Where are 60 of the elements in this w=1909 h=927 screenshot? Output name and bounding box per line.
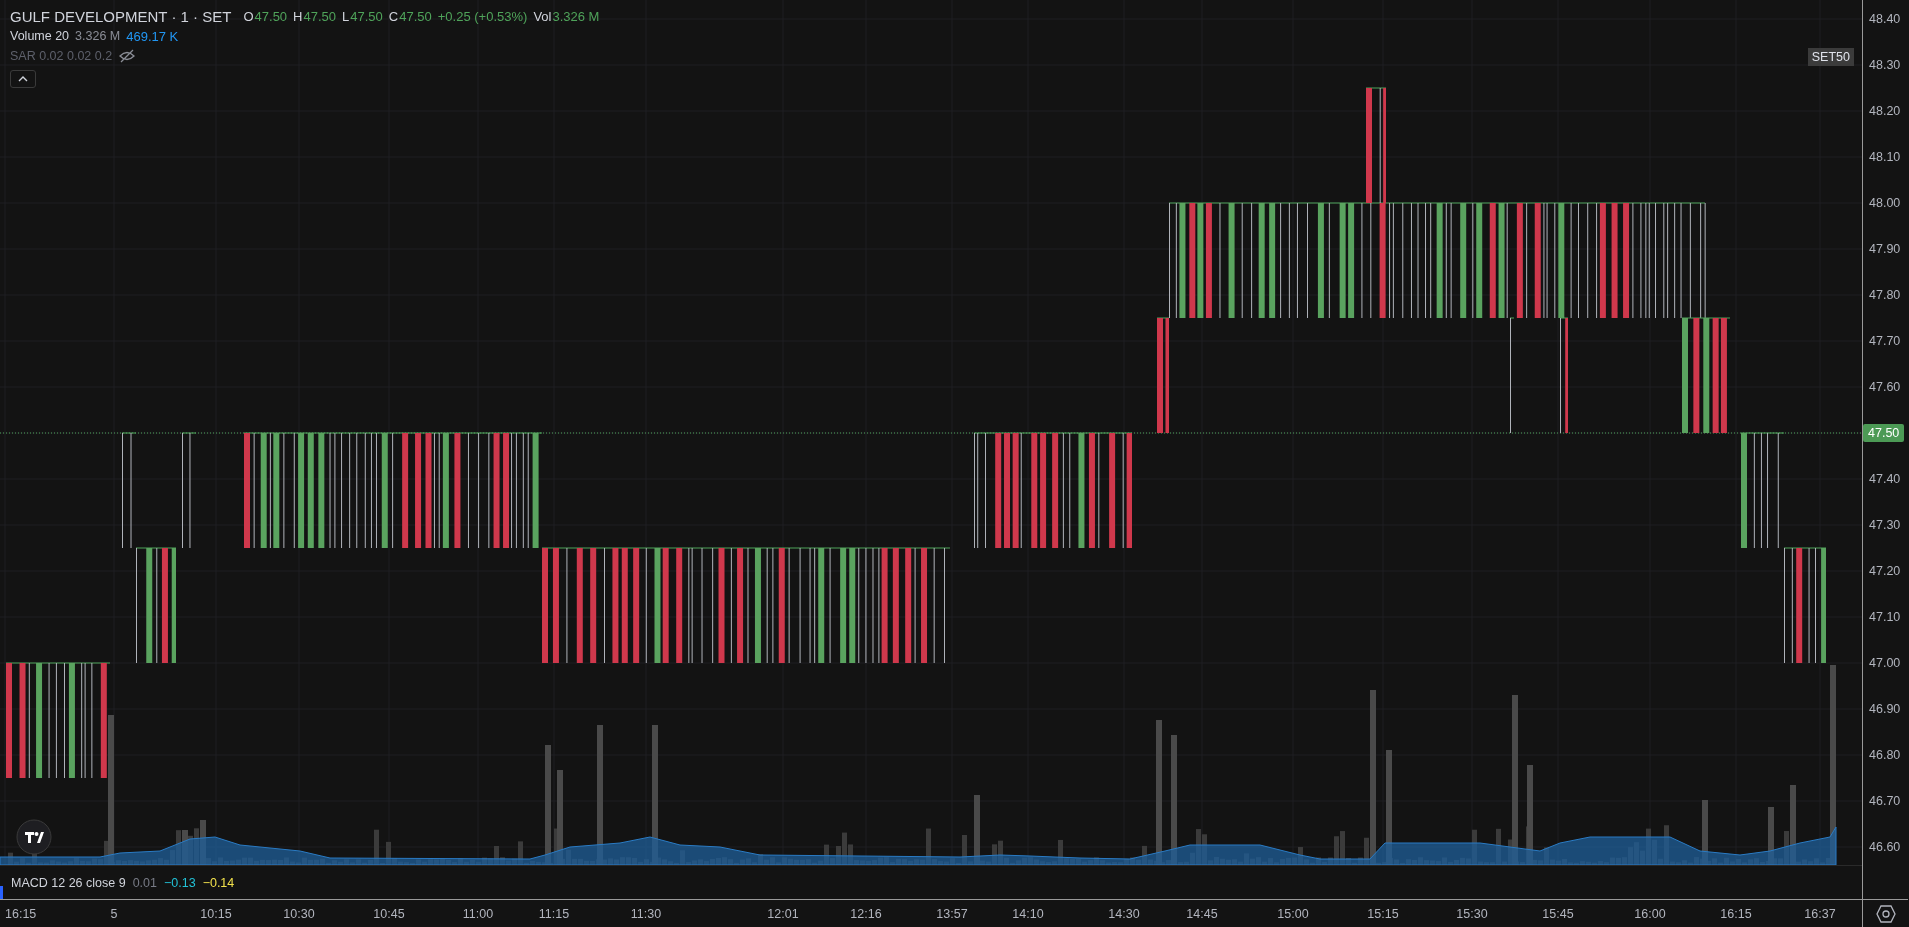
time-tick-label: 15:45 [1542, 907, 1574, 921]
time-tick-label: 12:16 [850, 907, 882, 921]
price-tick-label: 47.60 [1869, 380, 1901, 394]
time-tick-label: 14:10 [1012, 907, 1044, 921]
price-tick-label: 47.40 [1869, 472, 1901, 486]
time-tick-label: 10:30 [283, 907, 315, 921]
time-tick-label: 5 [110, 907, 118, 921]
time-tick-label: 11:15 [538, 907, 570, 921]
volume-label: Vol [533, 8, 552, 24]
price-tick-label: 47.90 [1869, 242, 1901, 256]
price-tick-label: 47.30 [1869, 518, 1901, 532]
time-tick-label: 10:45 [373, 907, 405, 921]
price-tick-label: 47.70 [1869, 334, 1901, 348]
volume-value: 3.326 M [552, 8, 600, 24]
price-tick-label: 48.30 [1869, 58, 1901, 72]
symbol-title[interactable]: GULF DEVELOPMENT · 1 · SET [10, 7, 232, 25]
indicator-name[interactable]: MACD 12 26 close 9 [11, 875, 126, 890]
time-tick-label: 14:45 [1186, 907, 1218, 921]
price-tick-label: 47.00 [1869, 656, 1901, 670]
indicator-value: 3.326 M [75, 29, 121, 43]
ohlc-label: O [243, 8, 254, 24]
indicator-name[interactable]: Volume 20 [10, 29, 70, 43]
indicator-value: −0.13 [164, 875, 196, 890]
symbol-badge: SET50 [1807, 48, 1854, 66]
price-tick-label: 48.40 [1869, 12, 1901, 26]
time-tick-label: 13:57 [936, 907, 968, 921]
time-tick-label: 16:15 [1720, 907, 1752, 921]
price-tick-label: 48.10 [1869, 150, 1901, 164]
price-tick-label: 48.00 [1869, 196, 1901, 210]
indicator-value: 0.01 [132, 875, 157, 890]
time-tick-label: 10:15 [200, 907, 232, 921]
ohlc-value: 47.50 [254, 8, 288, 24]
time-tick-label: 12:01 [767, 907, 799, 921]
price-tick-label: 47.20 [1869, 564, 1901, 578]
ohlc-label: C [388, 8, 399, 24]
time-tick-label: 14:30 [1108, 907, 1140, 921]
ohlc-value: 47.50 [350, 8, 383, 24]
time-tick-label: 16:15 [5, 907, 37, 921]
time-tick-label: 11:00 [462, 907, 494, 921]
ohlc-label: H [293, 8, 303, 24]
time-tick-label: 11:30 [630, 907, 662, 921]
time-tick-label: 15:00 [1277, 907, 1309, 921]
time-tick-label: 16:37 [1804, 907, 1836, 921]
ohlc-label: L [342, 8, 350, 24]
price-tick-label: 47.10 [1869, 610, 1901, 624]
price-tick-label: 46.80 [1869, 748, 1901, 762]
price-tick-label: 46.90 [1869, 702, 1901, 716]
indicator-value: −0.14 [202, 875, 235, 890]
price-tick-label: 46.60 [1869, 840, 1901, 854]
price-change: +0.25 (+0.53%) [437, 8, 528, 24]
ohlc-value: 47.50 [399, 8, 432, 24]
price-tick-label: 47.80 [1869, 288, 1901, 302]
price-tick-label: 48.20 [1869, 104, 1901, 118]
price-tick-label: 46.70 [1869, 794, 1901, 808]
last-price-badge: 47.50 [1863, 424, 1905, 442]
time-tick-label: 15:30 [1456, 907, 1488, 921]
ohlc-value: 47.50 [303, 8, 337, 24]
time-tick-label: 16:00 [1634, 907, 1666, 921]
indicator-value: 469.17 K [126, 28, 179, 44]
time-tick-label: 15:15 [1367, 907, 1399, 921]
